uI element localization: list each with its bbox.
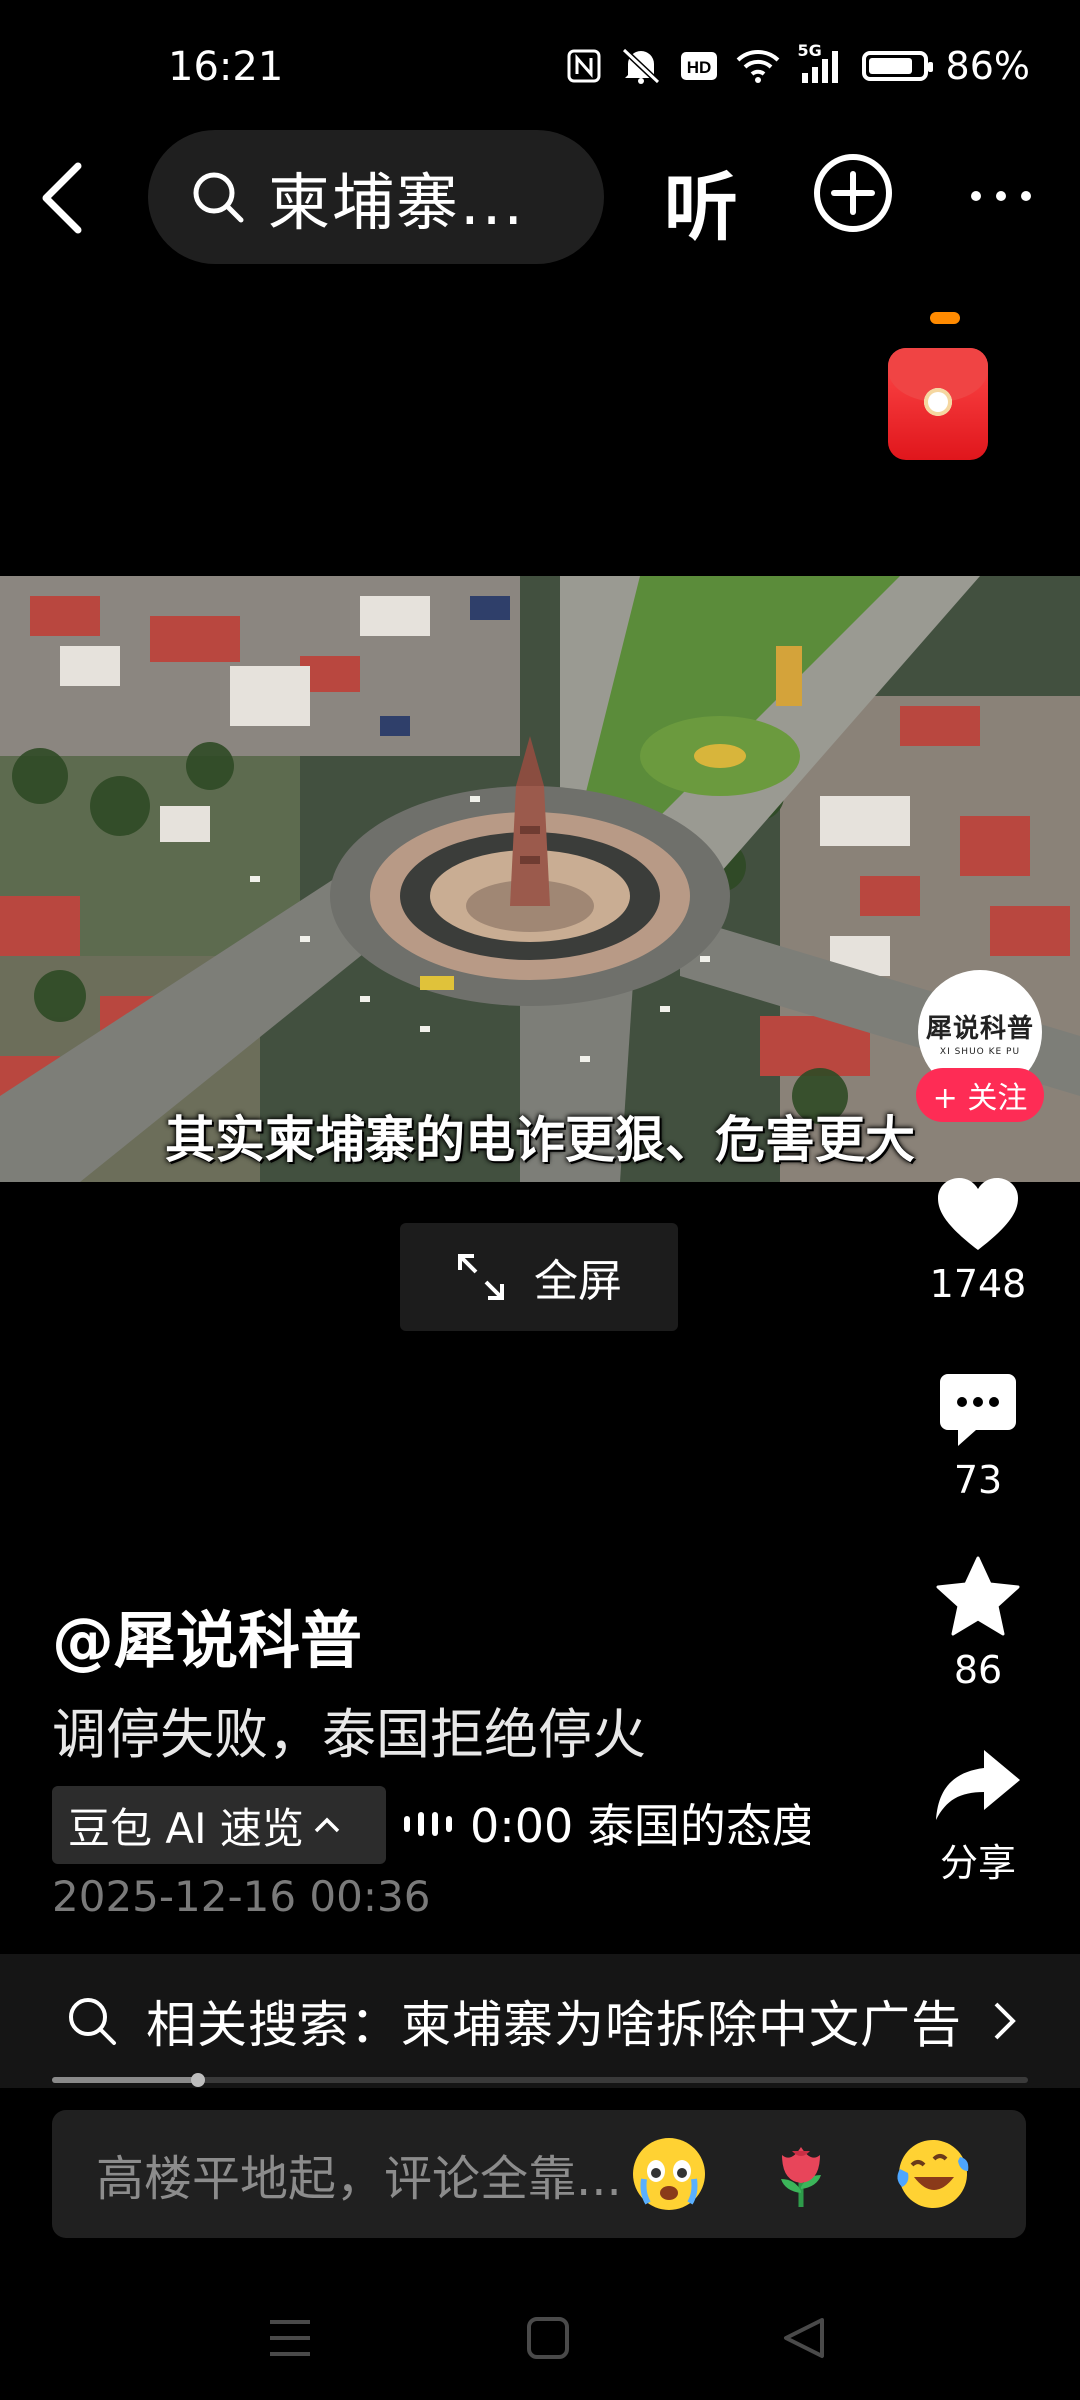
- svg-text:HD: HD: [686, 58, 711, 77]
- battery-icon: [861, 51, 933, 81]
- red-packet-indicator: [930, 312, 960, 324]
- star-icon: [936, 1556, 1020, 1636]
- search-icon: [193, 172, 244, 223]
- fullscreen-button[interactable]: 全屏: [400, 1223, 678, 1331]
- video-subtitle: 其实柬埔寨的电诈更狠、危害更大: [165, 1111, 915, 1169]
- heart-icon: [938, 1178, 1018, 1250]
- fullscreen-label: 全屏: [534, 1256, 622, 1307]
- ai-summary-label: 豆包 AI 速览: [68, 1803, 304, 1853]
- listen-button[interactable]: 听: [664, 148, 738, 255]
- crying-emoji-icon[interactable]: [630, 2135, 708, 2213]
- comment-count: 73: [953, 1458, 1003, 1502]
- like-count: 1748: [929, 1262, 1027, 1306]
- share-icon: [936, 1750, 1020, 1820]
- laughing-tears-emoji-icon[interactable]: [894, 2135, 972, 2213]
- follow-button[interactable]: + 关注: [916, 1068, 1044, 1122]
- back-nav-icon[interactable]: [782, 2316, 826, 2360]
- comment-icon: [940, 1374, 1016, 1446]
- hd-icon: HD: [680, 52, 717, 80]
- search-icon: [69, 1998, 116, 2045]
- avatar-logo-text: 犀说科普: [925, 1013, 1034, 1044]
- audio-wave-icon: [404, 1812, 452, 1836]
- wifi-icon: [736, 50, 779, 83]
- chevron-right-icon: [994, 2002, 1016, 2040]
- related-search-bar[interactable]: 相关搜索：柬埔寨为啥拆除中文广告: [0, 1954, 1080, 2088]
- comment-placeholder: 高楼平地起，评论全靠...: [96, 2151, 622, 2207]
- status-icons: HD 5G 86%: [566, 41, 1030, 88]
- favorite-count: 86: [953, 1648, 1003, 1692]
- cellular-5g-icon: 5G: [798, 41, 844, 85]
- battery-percent: 86%: [945, 44, 1030, 88]
- add-button[interactable]: [812, 152, 894, 234]
- chevron-up-icon: [314, 1817, 340, 1833]
- post-description: 调停失败，泰国拒绝停火: [52, 1703, 646, 1766]
- comment-input[interactable]: 高楼平地起，评论全靠...: [52, 2110, 1026, 2238]
- like-action[interactable]: 1748: [908, 1176, 1048, 1306]
- author-name[interactable]: @犀说科普: [52, 1590, 362, 1680]
- related-search-text: 相关搜索：柬埔寨为啥拆除中文广告: [146, 1996, 962, 2054]
- share-action[interactable]: 分享: [908, 1748, 1048, 1887]
- mute-icon: [621, 47, 660, 85]
- more-button[interactable]: [968, 186, 1034, 206]
- search-bar[interactable]: 柬埔寨...: [148, 130, 604, 264]
- share-label: 分享: [939, 1841, 1016, 1885]
- system-nav-bar: [0, 2282, 1080, 2392]
- avatar-logo-subtext: XI SHUO KE PU: [939, 1046, 1021, 1057]
- comment-action[interactable]: 73: [908, 1372, 1048, 1502]
- home-icon[interactable]: [526, 2316, 570, 2360]
- red-packet-icon[interactable]: [888, 348, 988, 460]
- favorite-action[interactable]: 86: [908, 1556, 1048, 1692]
- status-time: 16:21: [168, 44, 284, 90]
- video-progress-bar[interactable]: [52, 2073, 1028, 2087]
- expand-icon: [458, 1254, 504, 1300]
- back-button[interactable]: [38, 160, 86, 236]
- ai-summary-button[interactable]: 豆包 AI 速览: [52, 1786, 386, 1864]
- menu-icon[interactable]: [268, 2318, 312, 2358]
- search-query: 柬埔寨...: [268, 166, 526, 239]
- rose-emoji-icon[interactable]: [762, 2135, 840, 2213]
- video-progress-fill: [52, 2077, 199, 2083]
- ai-summary-ticker: 0:00 泰国的态度: [470, 1799, 810, 1853]
- post-datetime: 2025-12-16 00:36: [52, 1872, 431, 1921]
- nfc-icon: [567, 49, 601, 83]
